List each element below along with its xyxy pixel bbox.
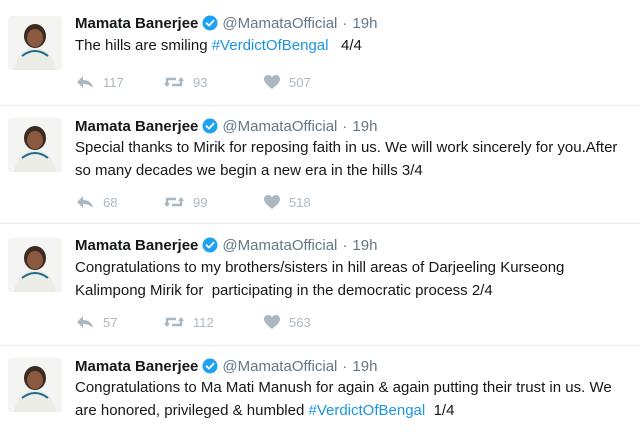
tweet[interactable]: Mamata Banerjee @MamataOfficial · 19h Th… bbox=[0, 12, 640, 106]
like-count: 507 bbox=[289, 74, 311, 90]
reply-icon bbox=[75, 194, 95, 210]
avatar[interactable] bbox=[8, 16, 62, 70]
like-count: 563 bbox=[289, 314, 311, 330]
avatar[interactable] bbox=[8, 358, 62, 412]
author-name[interactable]: Mamata Banerjee bbox=[75, 15, 198, 32]
author-handle[interactable]: @MamataOfficial bbox=[222, 237, 337, 254]
tweet-text: Congratulations to Ma Mati Manush for ag… bbox=[75, 376, 635, 422]
tweet-header: Mamata Banerjee @MamataOfficial · 19h bbox=[75, 115, 377, 137]
reply-icon bbox=[75, 74, 95, 90]
like-count: 518 bbox=[289, 194, 311, 210]
reply-icon bbox=[75, 314, 95, 330]
tweet-text-suffix: 1/4 bbox=[425, 402, 455, 419]
author-name[interactable]: Mamata Banerjee bbox=[75, 118, 198, 135]
tweet-text: The hills are smiling #VerdictOfBengal 4… bbox=[75, 34, 635, 57]
tweet-text: Special thanks to Mirik for reposing fai… bbox=[75, 136, 635, 182]
tweet-header: Mamata Banerjee @MamataOfficial · 19h bbox=[75, 234, 377, 256]
reply-button[interactable]: 68 bbox=[75, 194, 163, 210]
tweet[interactable]: Mamata Banerjee @MamataOfficial · 19h Sp… bbox=[0, 112, 640, 224]
tweet-text-body: Congratulations to my brothers/sisters i… bbox=[75, 259, 569, 299]
author-handle[interactable]: @MamataOfficial bbox=[222, 358, 337, 375]
heart-icon bbox=[263, 194, 281, 210]
avatar[interactable] bbox=[8, 118, 62, 172]
tweet-header: Mamata Banerjee @MamataOfficial · 19h bbox=[75, 355, 377, 377]
author-name[interactable]: Mamata Banerjee bbox=[75, 358, 198, 375]
avatar[interactable] bbox=[8, 238, 62, 292]
tweet-timestamp[interactable]: 19h bbox=[352, 358, 377, 375]
retweet-count: 93 bbox=[193, 74, 208, 90]
reply-count: 117 bbox=[103, 74, 124, 90]
author-handle[interactable]: @MamataOfficial bbox=[222, 118, 337, 135]
retweet-button[interactable]: 112 bbox=[163, 314, 263, 330]
verified-badge-icon bbox=[202, 237, 218, 253]
retweet-button[interactable]: 99 bbox=[163, 194, 263, 210]
tweet-text-body: Special thanks to Mirik for reposing fai… bbox=[75, 139, 618, 179]
reply-count: 57 bbox=[103, 314, 118, 330]
retweet-count: 112 bbox=[193, 314, 214, 330]
like-button[interactable]: 507 bbox=[263, 74, 353, 90]
verified-badge-icon bbox=[202, 15, 218, 31]
tweet-timeline: Mamata Banerjee @MamataOfficial · 19h Th… bbox=[0, 0, 640, 433]
author-name[interactable]: Mamata Banerjee bbox=[75, 237, 198, 254]
like-button[interactable]: 563 bbox=[263, 314, 353, 330]
tweet-timestamp[interactable]: 19h bbox=[352, 237, 377, 254]
tweet-timestamp[interactable]: 19h bbox=[352, 118, 377, 135]
retweet-button[interactable]: 93 bbox=[163, 74, 263, 90]
tweet-actions: 57 112 563 bbox=[75, 314, 353, 330]
tweet-header: Mamata Banerjee @MamataOfficial · 19h bbox=[75, 12, 377, 34]
tweet-timestamp[interactable]: 19h bbox=[352, 15, 377, 32]
separator-dot: · bbox=[342, 236, 348, 254]
retweet-icon bbox=[163, 74, 185, 90]
heart-icon bbox=[263, 314, 281, 330]
reply-count: 68 bbox=[103, 194, 118, 210]
heart-icon bbox=[263, 74, 281, 90]
author-handle[interactable]: @MamataOfficial bbox=[222, 15, 337, 32]
tweet-text-suffix: 4/4 bbox=[328, 37, 362, 54]
retweet-count: 99 bbox=[193, 194, 208, 210]
separator-dot: · bbox=[342, 117, 348, 135]
hashtag-link[interactable]: #VerdictOfBengal bbox=[308, 402, 425, 419]
reply-button[interactable]: 57 bbox=[75, 314, 163, 330]
verified-badge-icon bbox=[202, 118, 218, 134]
retweet-icon bbox=[163, 194, 185, 210]
reply-button[interactable]: 117 bbox=[75, 74, 163, 90]
tweet[interactable]: Mamata Banerjee @MamataOfficial · 19h Co… bbox=[0, 232, 640, 346]
tweet-actions: 68 99 518 bbox=[75, 194, 353, 210]
separator-dot: · bbox=[342, 14, 348, 32]
like-button[interactable]: 518 bbox=[263, 194, 353, 210]
tweet-actions: 117 93 507 bbox=[75, 74, 353, 90]
verified-badge-icon bbox=[202, 358, 218, 374]
separator-dot: · bbox=[342, 357, 348, 375]
tweet-text: Congratulations to my brothers/sisters i… bbox=[75, 256, 635, 302]
retweet-icon bbox=[163, 314, 185, 330]
tweet[interactable]: Mamata Banerjee @MamataOfficial · 19h Co… bbox=[0, 354, 640, 433]
tweet-text-body: The hills are smiling bbox=[75, 37, 212, 54]
hashtag-link[interactable]: #VerdictOfBengal bbox=[212, 37, 329, 54]
